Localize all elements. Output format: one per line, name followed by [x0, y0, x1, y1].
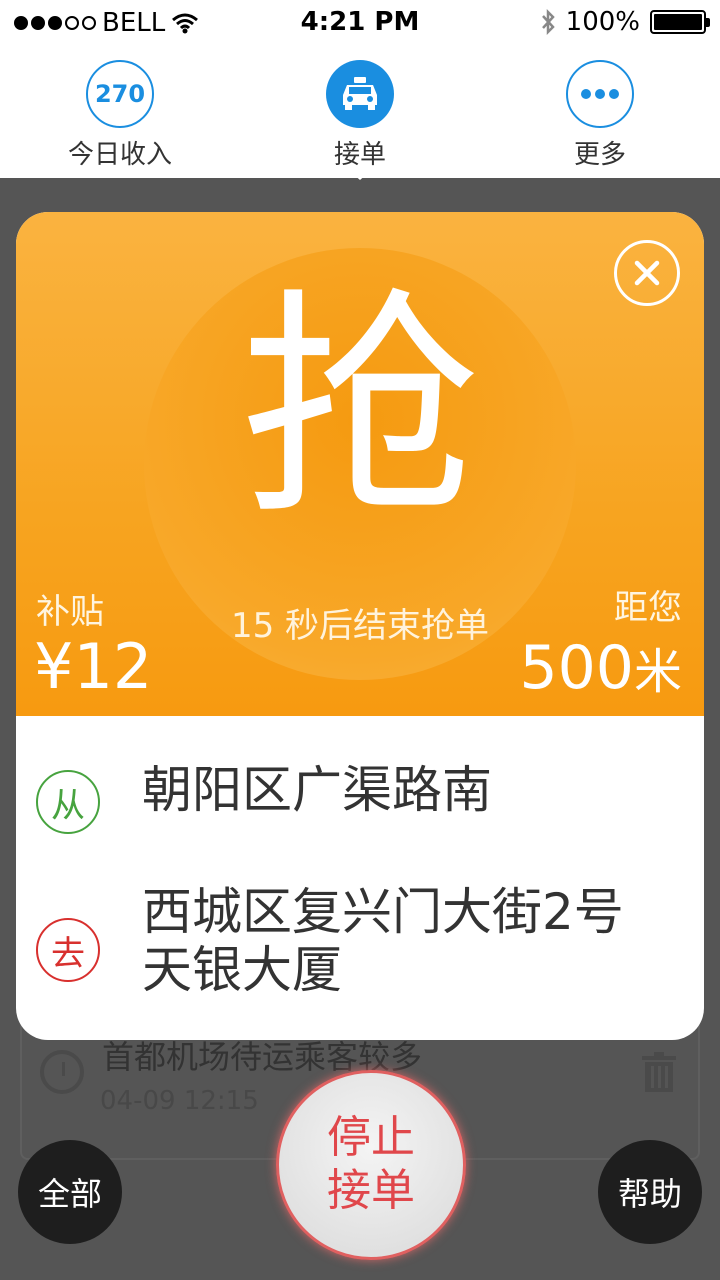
subsidy-value: ¥12	[34, 630, 153, 703]
help-button[interactable]: 帮助	[598, 1140, 702, 1244]
grab-char: 抢	[239, 268, 480, 548]
help-label: 帮助	[617, 1175, 682, 1213]
income-label: 今日收入	[67, 140, 172, 170]
close-button[interactable]	[614, 240, 680, 306]
to-address-line1: 西城区复兴门大街2号	[142, 883, 624, 941]
battery-percent: 100%	[565, 7, 640, 37]
from-address: 朝阳区广渠路南	[142, 761, 492, 819]
active-tab-pointer	[344, 166, 376, 180]
top-nav: 270 今日收入 接单 更多	[0, 46, 720, 178]
stop-accepting-button[interactable]: 停止 接单	[276, 1070, 466, 1260]
countdown-text: 15 秒后结束抢单	[230, 606, 490, 646]
order-time: 04-09 12:15	[100, 1086, 259, 1116]
trash-icon[interactable]	[642, 1052, 676, 1092]
nav-accept-order[interactable]: 接单	[280, 60, 440, 171]
nav-more[interactable]: 更多	[520, 60, 680, 171]
more-label: 更多	[573, 140, 626, 170]
income-value: 270	[94, 80, 146, 108]
more-dots-icon	[566, 60, 634, 128]
taxi-icon	[326, 60, 394, 128]
distance-number: 500	[519, 633, 634, 703]
stop-label-line1: 停止	[327, 1112, 415, 1164]
stop-label-line2: 接单	[327, 1165, 415, 1216]
status-bar: BELL 4:21 PM 100%	[0, 0, 720, 46]
grab-button[interactable]: 抢 15 秒后结束抢单	[144, 248, 576, 680]
bluetooth-icon	[541, 8, 555, 36]
income-badge: 270	[86, 60, 154, 128]
route-to: 去 西城区复兴门大街2号 天银大厦	[16, 883, 704, 1014]
battery-icon	[650, 10, 710, 34]
nav-today-income[interactable]: 270 今日收入	[40, 60, 200, 171]
grab-order-popup: 抢 15 秒后结束抢单 补贴 ¥12 距您 500米 从 朝阳区广渠路南 去 西…	[16, 212, 704, 1040]
all-button[interactable]: 全部	[18, 1140, 122, 1244]
subsidy-label: 补贴	[36, 592, 104, 632]
close-icon	[634, 260, 660, 286]
popup-header: 抢 15 秒后结束抢单 补贴 ¥12 距您 500米	[16, 212, 704, 716]
route-from: 从 朝阳区广渠路南	[16, 761, 704, 842]
to-address-line2: 天银大厦	[142, 940, 342, 999]
status-right: 100%	[540, 7, 710, 37]
distance-value: 500米	[519, 632, 682, 703]
distance-unit: 米	[633, 644, 682, 700]
clock-icon	[40, 1050, 84, 1094]
all-label: 全部	[37, 1175, 102, 1213]
to-address: 西城区复兴门大街2号 天银大厦	[142, 883, 682, 999]
from-tag: 从	[36, 770, 100, 834]
distance-label: 距您	[614, 588, 682, 628]
to-tag: 去	[36, 918, 100, 982]
